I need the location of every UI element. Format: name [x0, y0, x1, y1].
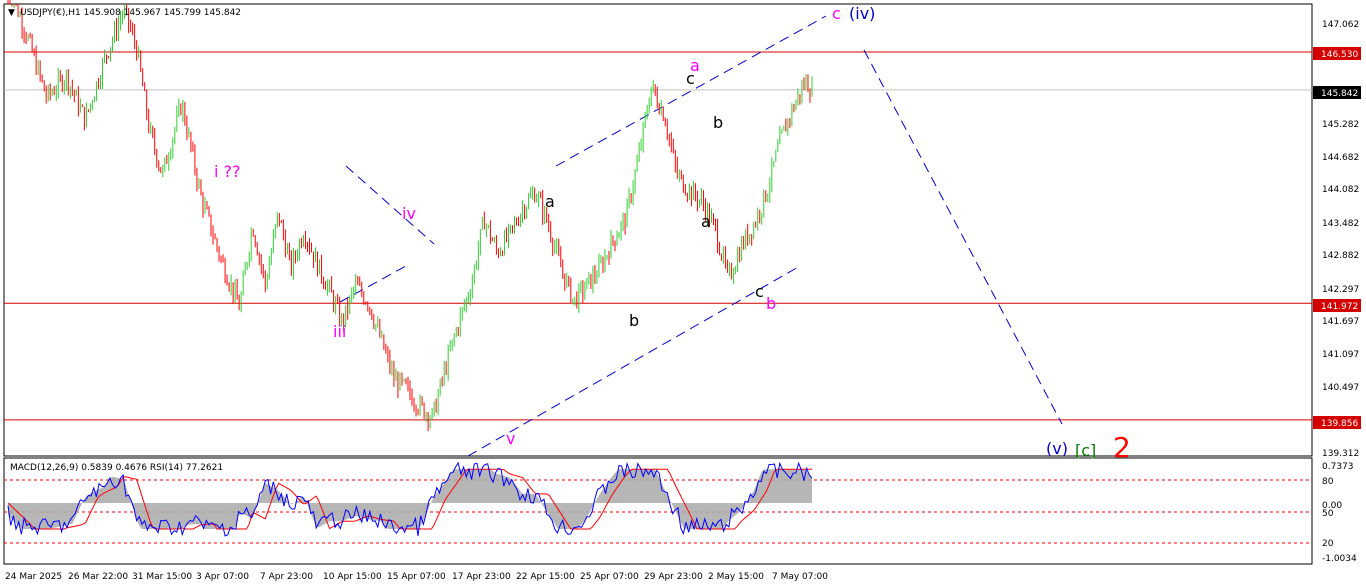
indicator-tick: 80: [1322, 477, 1334, 487]
price-tick: 140.497: [1322, 383, 1359, 393]
chart-canvas[interactable]: ▼ USDJPY(€),H1 145.908 145.967 145.799 1…: [0, 0, 1366, 588]
chart-header-triangle: ▼: [8, 8, 15, 18]
indicator-tick: -1.0034: [1322, 554, 1357, 564]
price-tick: 142.297: [1322, 285, 1359, 295]
indicator-header: MACD(12,26,9) 0.5839 0.4676 RSI(14) 77.2…: [10, 463, 223, 473]
indicator-axis: 0.7373 80 0.00 50 20 -1.0034: [1322, 462, 1357, 564]
price-box-146530: 146.530: [1321, 50, 1358, 60]
price-boxes: 146.530 145.842 141.972 139.856: [1313, 47, 1361, 429]
time-axis: 24 Mar 2025 26 Mar 22:00 31 Mar 15:00 3 …: [5, 572, 828, 582]
wave-label: (iv): [849, 4, 875, 23]
time-tick: 10 Apr 15:00: [323, 572, 382, 582]
time-tick: 31 Mar 15:00: [132, 572, 192, 582]
wave-label: i ??: [214, 162, 241, 181]
time-tick: 26 Mar 22:00: [68, 572, 128, 582]
indicator-tick: 50: [1322, 509, 1334, 519]
price-tick: 145.282: [1322, 120, 1359, 130]
wave-label: 2: [1113, 431, 1131, 464]
wave-label: b: [713, 113, 723, 132]
wave-label: v: [506, 429, 515, 448]
price-tick: 144.082: [1322, 185, 1359, 195]
wave-label: a: [701, 212, 711, 231]
chart-header: USDJPY(€),H1 145.908 145.967 145.799 145…: [20, 8, 241, 18]
time-tick: 29 Apr 23:00: [644, 572, 703, 582]
time-tick: 15 Apr 07:00: [387, 572, 446, 582]
time-tick: 25 Apr 07:00: [580, 572, 639, 582]
wave-label: iv: [402, 204, 416, 223]
price-tick: 144.682: [1322, 153, 1359, 163]
wave-label: c: [755, 282, 764, 301]
indicator-tick: 20: [1322, 539, 1334, 549]
wave-label: a: [545, 192, 555, 211]
price-panel: [3, 3, 1313, 457]
time-tick: 7 Apr 23:00: [260, 572, 313, 582]
time-tick: 22 Apr 15:00: [516, 572, 575, 582]
time-tick: 17 Apr 23:00: [452, 572, 511, 582]
time-tick: 24 Mar 2025: [5, 572, 62, 582]
price-tick: 147.062: [1322, 20, 1359, 30]
price-tick: 142.882: [1322, 251, 1359, 261]
price-axis: 147.062 146.437 145.282 144.682 144.082 …: [1322, 20, 1359, 459]
time-tick: 2 May 15:00: [708, 572, 764, 582]
price-box-current: 145.842: [1321, 89, 1358, 99]
wave-label: c: [832, 4, 841, 23]
price-box-139856: 139.856: [1321, 419, 1358, 429]
price-tick: 141.697: [1322, 317, 1359, 327]
wave-label: [c]: [1075, 441, 1096, 460]
indicator-tick: 0.7373: [1322, 462, 1354, 472]
wave-label: iii: [333, 322, 346, 341]
price-box-141972: 141.972: [1321, 302, 1358, 312]
wave-label: b: [629, 311, 639, 330]
time-tick: 7 May 07:00: [772, 572, 828, 582]
wave-label: b: [766, 294, 776, 313]
price-tick: 141.097: [1322, 350, 1359, 360]
wave-label: a: [690, 56, 700, 75]
price-tick: 139.312: [1322, 449, 1359, 459]
price-tick: 143.482: [1322, 219, 1359, 229]
time-tick: 3 Apr 07:00: [196, 572, 249, 582]
wave-label: (v): [1046, 439, 1068, 458]
